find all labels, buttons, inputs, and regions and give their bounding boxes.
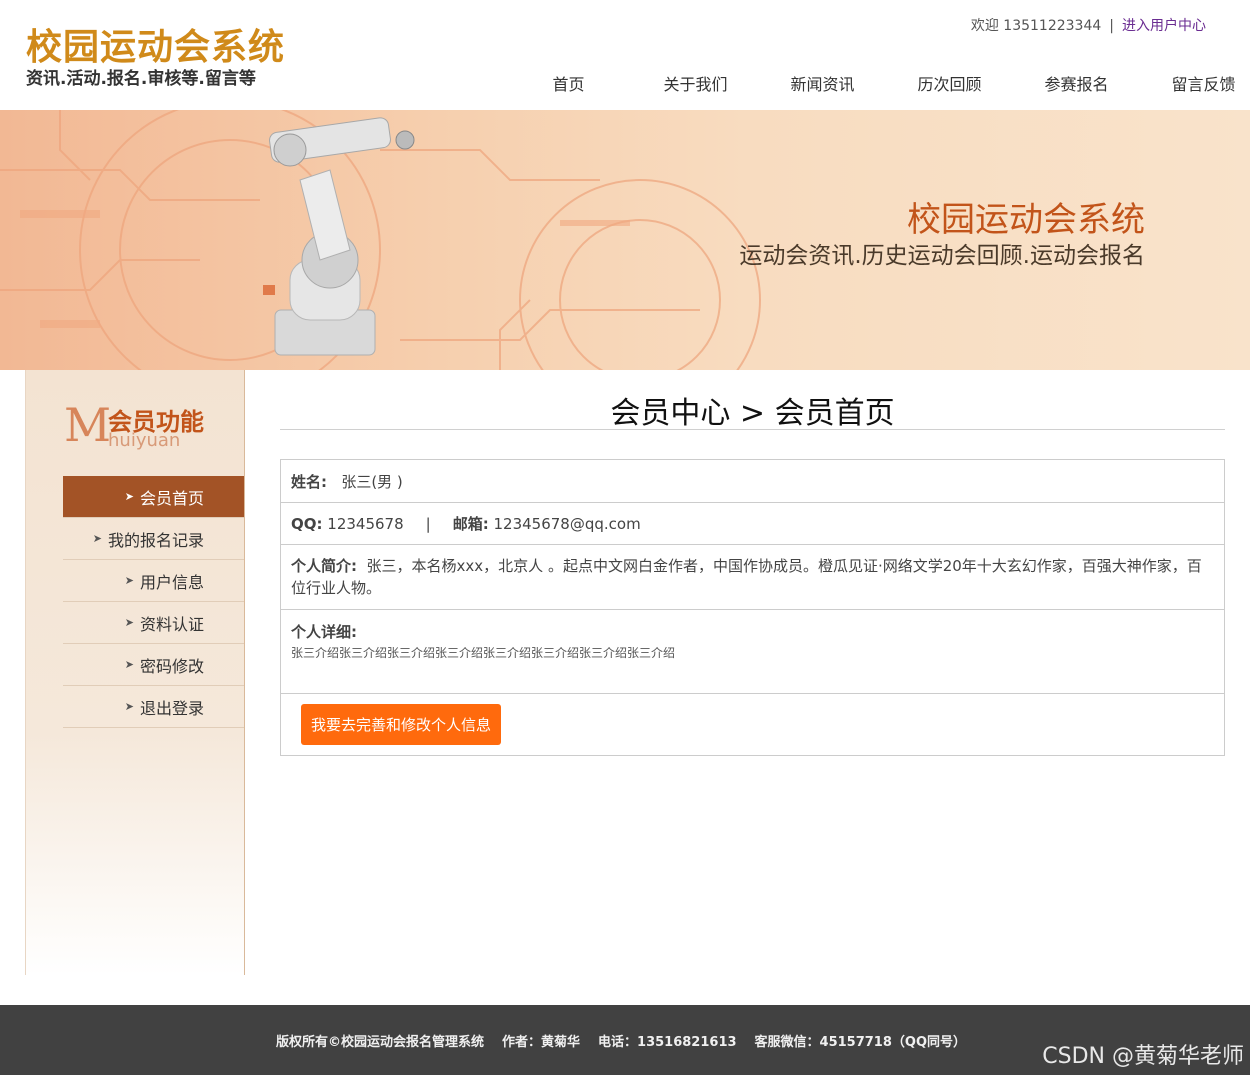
detail-label: 个人详细: <box>291 623 357 641</box>
sidebar-item-label: 退出登录 <box>139 698 204 718</box>
sidebar-item-member-home[interactable]: ➤ 会员首页 <box>63 476 244 518</box>
edit-profile-button[interactable]: 我要去完善和修改个人信息 <box>301 704 502 745</box>
sidebar-item-verification[interactable]: ➤ 资料认证 <box>63 602 244 644</box>
nav-item-signup[interactable]: 参赛报名 <box>1013 71 1140 95</box>
sidebar-heading-letter: M <box>64 398 112 452</box>
banner-subtitle: 运动会资讯.历史运动会回顾.运动会报名 <box>739 243 1145 269</box>
page-title: 会员中心 > 会员首页 <box>280 388 1225 431</box>
info-row-contact: QQ: 12345678 | 邮箱: 12345678@qq.com <box>281 503 1224 545</box>
nav-item-history[interactable]: 历次回顾 <box>886 71 1013 95</box>
email-value: 12345678@qq.com <box>493 514 641 533</box>
sidebar-item-label: 我的报名记录 <box>107 530 204 550</box>
chevron-right-icon: ➤ <box>124 490 134 503</box>
name-value: 张三(男 ) <box>341 472 403 491</box>
sidebar-item-password[interactable]: ➤ 密码修改 <box>63 644 244 686</box>
sidebar-heading-en: huiyuan <box>108 430 181 451</box>
main-nav: 首页 关于我们 新闻资讯 历次回顾 参赛报名 留言反馈 <box>505 71 1250 95</box>
csdn-watermark: CSDN @黄菊华老师 <box>1042 1044 1244 1069</box>
footer-copyright: 版权所有©校园运动会报名管理系统 <box>276 1035 485 1050</box>
nav-item-about[interactable]: 关于我们 <box>632 71 759 95</box>
nav-item-feedback[interactable]: 留言反馈 <box>1140 71 1250 95</box>
footer-wechat: 客服微信：45157718（QQ同号） <box>754 1035 966 1050</box>
chevron-right-icon: ➤ <box>124 574 134 587</box>
chevron-right-icon: ➤ <box>92 532 102 545</box>
user-center-link[interactable]: 进入用户中心 <box>1122 18 1206 34</box>
nav-item-home[interactable]: 首页 <box>505 71 632 95</box>
info-row-name: 姓名: 张三(男 ) <box>281 460 1224 503</box>
nav-item-news[interactable]: 新闻资讯 <box>759 71 886 95</box>
sidebar-item-label: 密码修改 <box>139 656 204 676</box>
member-info-panel: 姓名: 张三(男 ) QQ: 12345678 | 邮箱: 12345678@q… <box>280 459 1225 756</box>
sidebar-item-user-info[interactable]: ➤ 用户信息 <box>63 560 244 602</box>
robot-arm-illustration <box>263 117 415 356</box>
info-row-intro: 个人简介: 张三，本名杨xxx，北京人 。起点中文网白金作者，中国作协成员。橙瓜… <box>281 545 1224 610</box>
qq-value: 12345678 <box>327 514 404 533</box>
sidebar-heading: M 会员功能 huiyuan <box>64 398 224 452</box>
sidebar-item-signup-records[interactable]: ➤ 我的报名记录 <box>63 518 244 560</box>
sidebar-menu: ➤ 会员首页 ➤ 我的报名记录 ➤ 用户信息 ➤ 资料认证 ➤ 密码修改 ➤ 退出登录 <box>63 476 244 728</box>
hero-banner: 校园运动会系统 运动会资讯.历史运动会回顾.运动会报名 <box>0 110 1250 370</box>
welcome-text: 欢迎 13511223344 <box>970 18 1102 34</box>
sidebar-item-label: 会员首页 <box>139 488 204 508</box>
chevron-right-icon: ➤ <box>124 700 134 713</box>
info-row-detail: 个人详细: 张三介绍张三介绍张三介绍张三介绍张三介绍张三介绍张三介绍张三介绍 <box>281 610 1224 694</box>
topbar-separator: | <box>1109 18 1114 34</box>
banner-title: 校园运动会系统 <box>907 200 1145 240</box>
chevron-right-icon: ➤ <box>124 658 134 671</box>
footer-author: 作者：黄菊华 <box>502 1035 581 1050</box>
site-logo-title[interactable]: 校园运动会系统 <box>26 18 285 70</box>
intro-value: 张三，本名杨xxx，北京人 。起点中文网白金作者，中国作协成员。橙瓜见证·网络文… <box>291 557 1202 597</box>
contact-separator: | <box>425 514 431 533</box>
member-sidebar: M 会员功能 huiyuan ➤ 会员首页 ➤ 我的报名记录 ➤ 用户信息 ➤ 资料认证… <box>25 370 245 975</box>
top-user-bar: 欢迎 13511223344 | 进入用户中心 <box>971 15 1206 35</box>
footer-phone: 电话：13516821613 <box>598 1035 737 1050</box>
sidebar-item-label: 资料认证 <box>139 614 204 634</box>
info-row-actions: 我要去完善和修改个人信息 <box>281 694 1224 755</box>
site-header: 校园运动会系统 资讯.活动.报名.审核等.留言等 欢迎 13511223344 |… <box>0 0 1250 110</box>
site-logo-subtitle: 资讯.活动.报名.审核等.留言等 <box>26 69 256 89</box>
intro-label: 个人简介: <box>291 557 357 575</box>
name-label: 姓名: <box>291 472 327 491</box>
email-label: 邮箱: <box>452 515 489 533</box>
detail-value: 张三介绍张三介绍张三介绍张三介绍张三介绍张三介绍张三介绍张三介绍 <box>291 646 676 660</box>
sidebar-item-logout[interactable]: ➤ 退出登录 <box>63 686 244 728</box>
sidebar-item-label: 用户信息 <box>139 572 204 592</box>
chevron-right-icon: ➤ <box>124 616 134 629</box>
qq-label: QQ: <box>291 514 323 533</box>
